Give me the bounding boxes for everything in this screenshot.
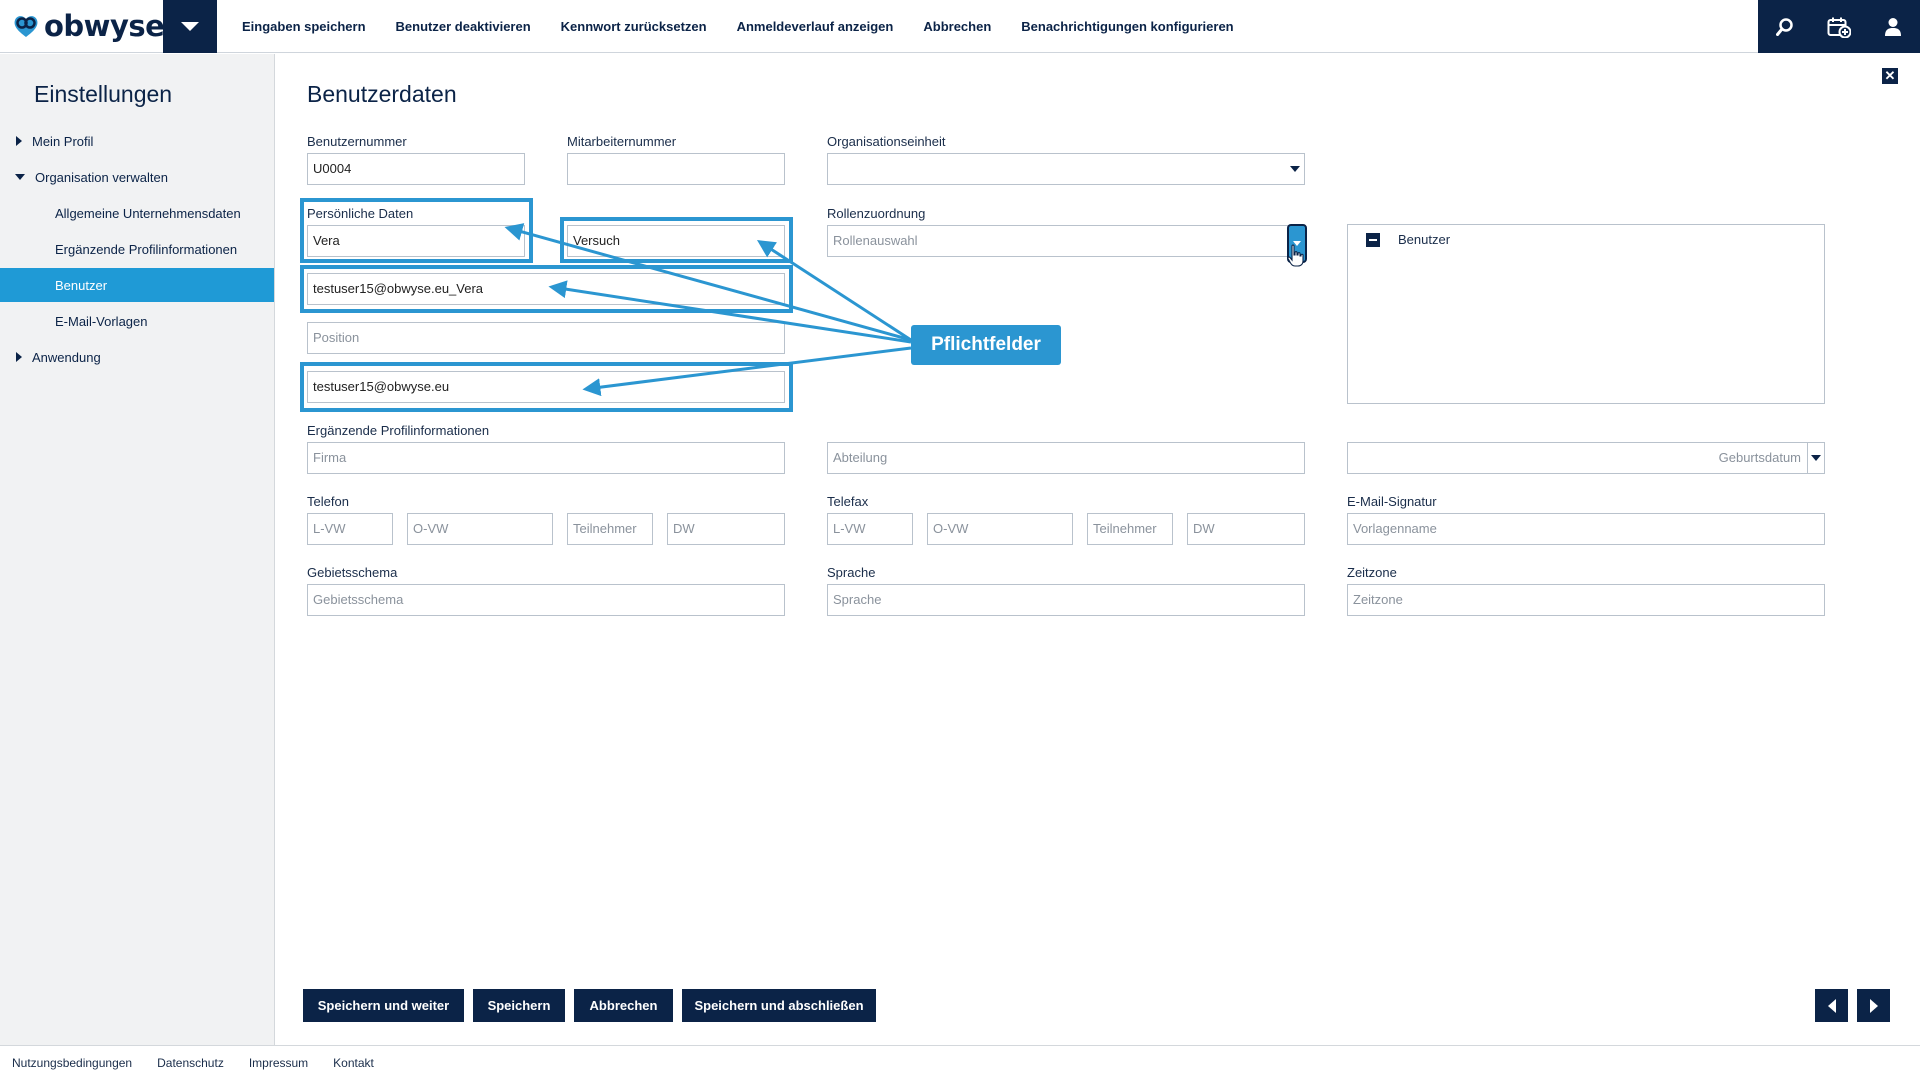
- calendar-add-icon: [1827, 17, 1851, 38]
- main-menu-button[interactable]: [163, 0, 217, 53]
- first-name-input[interactable]: Vera: [307, 225, 525, 257]
- last-name-input[interactable]: Versuch: [567, 225, 785, 257]
- sidebar-item-mein-profil[interactable]: Mein Profil: [0, 124, 274, 158]
- sidebar-item-email-vorlagen[interactable]: E-Mail-Vorlagen: [0, 304, 274, 338]
- logo[interactable]: obwyse: [12, 9, 165, 43]
- sidebar-item-benutzer[interactable]: Benutzer: [0, 268, 274, 302]
- calendar-add-button[interactable]: [1812, 0, 1866, 53]
- login-history-action[interactable]: Anmeldeverlauf anzeigen: [737, 19, 894, 34]
- roles-select[interactable]: Rollenauswahl: [827, 225, 1305, 257]
- cancel-button[interactable]: Abbrechen: [574, 989, 673, 1022]
- user-icon: [1885, 17, 1901, 36]
- fax-subscriber-input[interactable]: Teilnehmer: [1087, 513, 1173, 545]
- login-input[interactable]: testuser15@obwyse.eu_Vera: [307, 273, 785, 305]
- save-continue-button[interactable]: Speichern und weiter: [303, 989, 464, 1022]
- previous-button[interactable]: [1815, 989, 1848, 1022]
- role-tree-label: Benutzer: [1398, 232, 1451, 247]
- profile-info-label: Ergänzende Profilinformationen: [307, 423, 490, 438]
- footer-link-imprint[interactable]: Impressum: [249, 1056, 308, 1070]
- required-fields-callout: Pflichtfelder: [911, 325, 1061, 365]
- sidebar-item-label: Mein Profil: [32, 133, 94, 149]
- phone-label: Telefon: [307, 494, 349, 509]
- hand-cursor-icon: [1287, 244, 1304, 267]
- collapse-icon[interactable]: [1366, 232, 1380, 247]
- chevron-down-icon: [1290, 166, 1300, 172]
- sidebar-item-label: Benutzer: [55, 277, 108, 293]
- employee-number-input[interactable]: [567, 153, 785, 185]
- language-label: Sprache: [827, 565, 876, 580]
- department-input[interactable]: Abteilung: [827, 442, 1305, 474]
- footer-link-privacy[interactable]: Datenschutz: [157, 1056, 224, 1070]
- caret-right-icon: [16, 352, 22, 362]
- close-icon[interactable]: ✕: [1882, 68, 1898, 84]
- sidebar-item-label: Allgemeine Unternehmensdaten: [55, 205, 241, 221]
- chevron-down-icon: [1811, 455, 1821, 461]
- sidebar-item-label: Ergänzende Profilinformationen: [55, 241, 238, 257]
- signature-input[interactable]: Vorlagenname: [1347, 513, 1825, 545]
- language-input[interactable]: Sprache: [827, 584, 1305, 616]
- caret-right-icon: [16, 136, 22, 146]
- footer: Nutzungsbedingungen Datenschutz Impressu…: [0, 1045, 1920, 1080]
- timezone-label: Zeitzone: [1347, 565, 1397, 580]
- phone-ext-input[interactable]: DW: [667, 513, 785, 545]
- roles-tree: Benutzer: [1347, 224, 1825, 404]
- date-picker-button[interactable]: [1807, 442, 1825, 474]
- next-button[interactable]: [1857, 989, 1890, 1022]
- birthday-input[interactable]: Geburtsdatum: [1347, 442, 1808, 474]
- company-input[interactable]: Firma: [307, 442, 785, 474]
- phone-subscriber-input[interactable]: Teilnehmer: [567, 513, 653, 545]
- user-menu-button[interactable]: [1866, 0, 1920, 53]
- chevron-left-icon: [1827, 998, 1836, 1013]
- sidebar-item-organisation[interactable]: Organisation verwalten: [0, 160, 274, 194]
- action-bar: Eingaben speichern Benutzer deaktivieren…: [242, 0, 1234, 53]
- page-title: Benutzerdaten: [307, 81, 457, 107]
- fax-ext-input[interactable]: DW: [1187, 513, 1305, 545]
- role-tree-item[interactable]: Benutzer: [1366, 232, 1450, 247]
- org-unit-select[interactable]: [827, 153, 1305, 185]
- logo-text: obwyse: [44, 9, 165, 43]
- signature-label: E-Mail-Signatur: [1347, 494, 1437, 509]
- search-button[interactable]: [1758, 0, 1812, 53]
- org-unit-label: Organisationseinheit: [827, 134, 946, 149]
- caret-down-icon: [15, 174, 25, 180]
- sidebar-title: Einstellungen: [34, 81, 173, 107]
- save-close-button[interactable]: Speichern und abschließen: [682, 989, 876, 1022]
- region-input[interactable]: Gebietsschema: [307, 584, 785, 616]
- user-number-label: Benutzernummer: [307, 134, 407, 149]
- phone-area-input[interactable]: O-VW: [407, 513, 553, 545]
- sidebar-item-label: Anwendung: [32, 349, 101, 365]
- personal-data-label: Persönliche Daten: [307, 206, 414, 221]
- phone-country-input[interactable]: L-VW: [307, 513, 393, 545]
- chevron-down-icon: [181, 22, 199, 31]
- fax-country-input[interactable]: L-VW: [827, 513, 913, 545]
- save-button[interactable]: Speichern: [473, 989, 565, 1022]
- sidebar-item-anwendung[interactable]: Anwendung: [0, 340, 274, 374]
- configure-notifications-action[interactable]: Benachrichtigungen konfigurieren: [1021, 19, 1233, 34]
- deactivate-user-action[interactable]: Benutzer deaktivieren: [396, 19, 531, 34]
- fax-area-input[interactable]: O-VW: [927, 513, 1073, 545]
- cancel-action[interactable]: Abbrechen: [923, 19, 991, 34]
- save-inputs-action[interactable]: Eingaben speichern: [242, 19, 366, 34]
- fax-label: Telefax: [827, 494, 869, 509]
- user-number-input[interactable]: U0004: [307, 153, 525, 185]
- search-icon: [1776, 17, 1793, 36]
- logo-icon: [14, 16, 38, 37]
- sidebar-item-profilinformationen[interactable]: Ergänzende Profilinformationen: [0, 232, 274, 266]
- timezone-input[interactable]: Zeitzone: [1347, 584, 1825, 616]
- email-input[interactable]: testuser15@obwyse.eu: [307, 371, 785, 403]
- top-icon-group: [1758, 0, 1920, 53]
- sidebar-item-label: E-Mail-Vorlagen: [55, 313, 148, 329]
- region-label: Gebietsschema: [307, 565, 398, 580]
- roles-label: Rollenzuordnung: [827, 206, 926, 221]
- employee-number-label: Mitarbeiternummer: [567, 134, 677, 149]
- sidebar-item-label: Organisation verwalten: [35, 169, 168, 185]
- sidebar-item-unternehmensdaten[interactable]: Allgemeine Unternehmensdaten: [0, 196, 274, 230]
- top-bar: obwyse Eingaben speichern Benutzer deakt…: [0, 0, 1920, 53]
- position-input[interactable]: Position: [307, 322, 785, 354]
- footer-link-terms[interactable]: Nutzungsbedingungen: [12, 1056, 132, 1070]
- reset-password-action[interactable]: Kennwort zurücksetzen: [561, 19, 707, 34]
- footer-link-contact[interactable]: Kontakt: [333, 1056, 374, 1070]
- chevron-right-icon: [1869, 998, 1878, 1013]
